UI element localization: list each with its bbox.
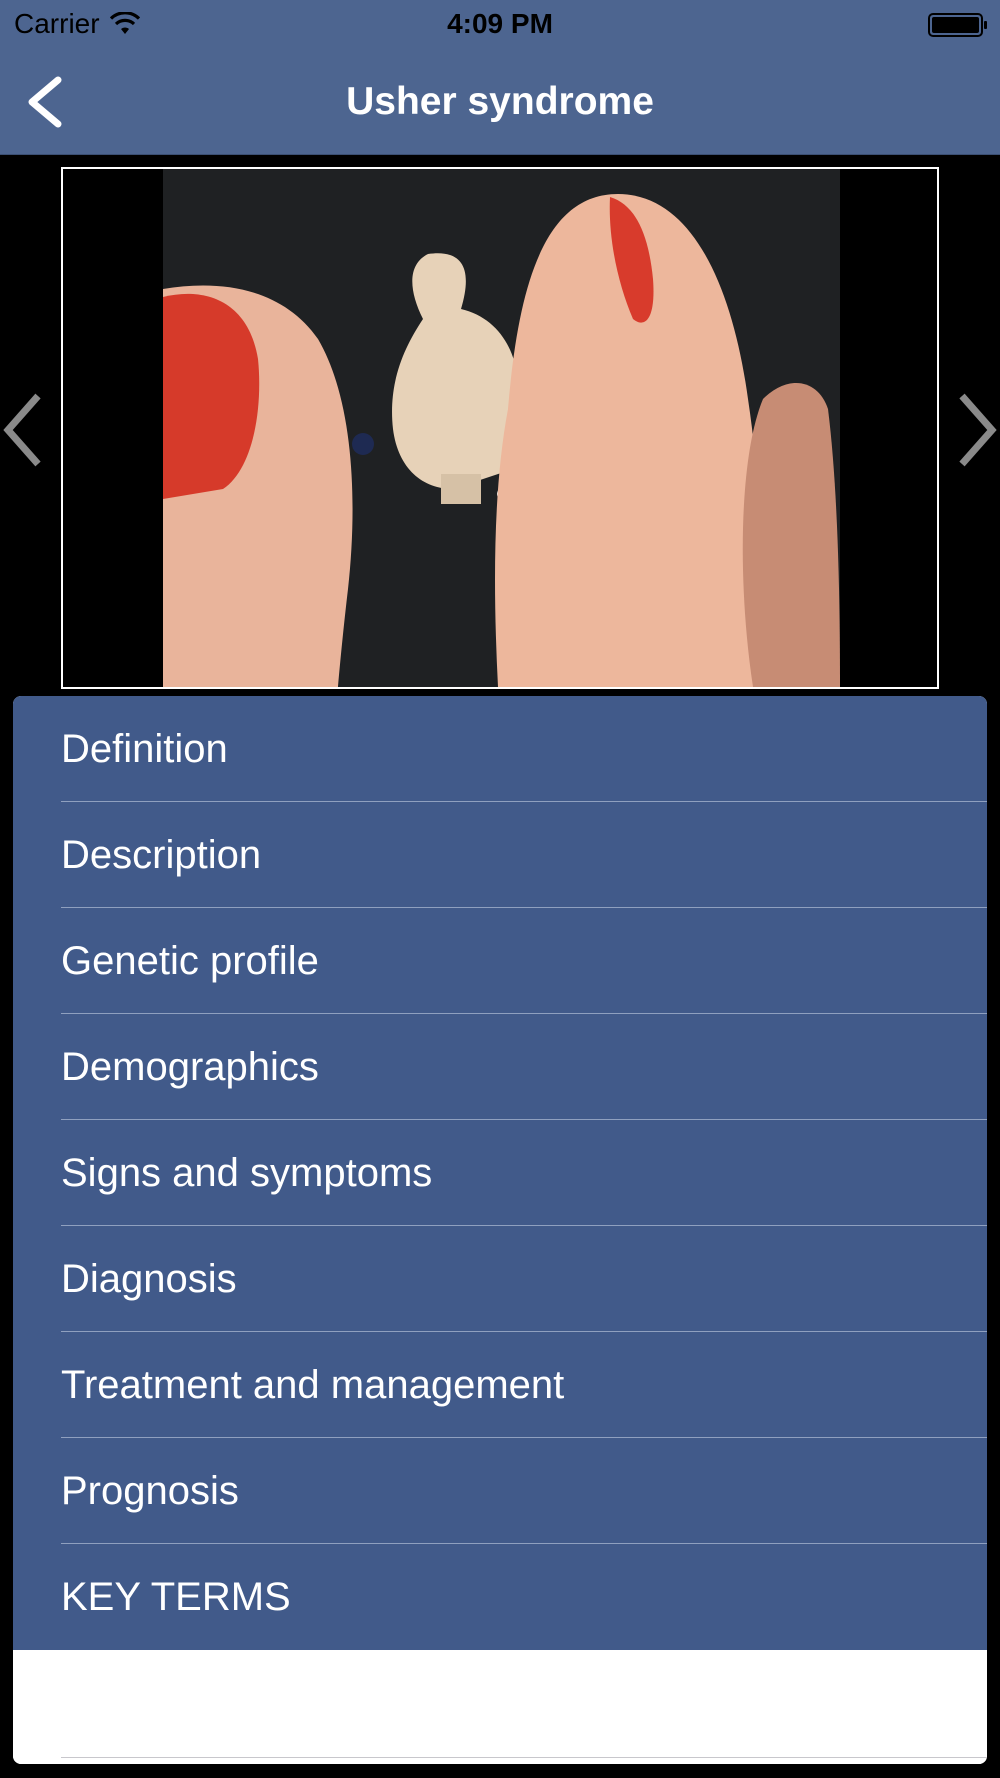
photo-frame (61, 167, 939, 689)
gallery-prev-button[interactable] (0, 390, 46, 470)
navigation-bar: Usher syndrome (0, 50, 1000, 155)
menu-item-genetic-profile[interactable]: Genetic profile (13, 908, 987, 1014)
menu-item-signs-and-symptoms[interactable]: Signs and symptoms (13, 1120, 987, 1226)
hearing-aid-photo (163, 169, 840, 687)
menu-item-description[interactable]: Description (13, 802, 987, 908)
menu-item-definition[interactable]: Definition (13, 696, 987, 802)
page-title: Usher syndrome (346, 80, 654, 123)
gallery-next-button[interactable] (954, 390, 1000, 470)
topic-list: Definition Description Genetic profile D… (13, 696, 987, 1650)
chevron-right-icon (959, 393, 997, 467)
menu-item-key-terms[interactable]: KEY TERMS (13, 1544, 987, 1650)
menu-item-treatment-and-management[interactable]: Treatment and management (13, 1332, 987, 1438)
battery-icon (928, 13, 987, 37)
status-time: 4:09 PM (447, 8, 553, 39)
menu-item-prognosis[interactable]: Prognosis (13, 1438, 987, 1544)
image-gallery (0, 155, 1000, 690)
empty-list-row (13, 1650, 987, 1764)
status-bar: Carrier 4:09 PM (0, 0, 1000, 50)
chevron-left-icon (3, 393, 41, 467)
menu-item-diagnosis[interactable]: Diagnosis (13, 1226, 987, 1332)
topic-menu: Definition Description Genetic profile D… (13, 696, 987, 1764)
menu-item-demographics[interactable]: Demographics (13, 1014, 987, 1120)
